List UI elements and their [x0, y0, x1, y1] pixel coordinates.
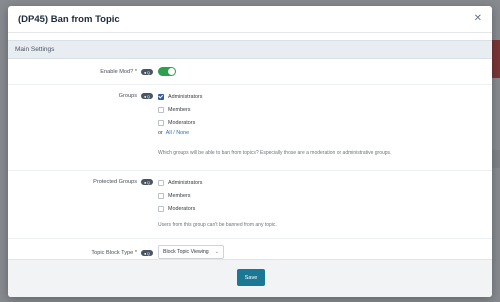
checkbox-members[interactable]	[158, 192, 164, 199]
protected-groups-control: Administrators Members Moderators Users …	[158, 176, 458, 228]
hint-badge[interactable]: ● Q	[141, 250, 153, 256]
checkbox-administrators[interactable]	[158, 93, 164, 100]
chevron-down-icon: ⌄	[214, 249, 219, 255]
groups-option-administrators[interactable]: Administrators	[158, 90, 478, 103]
hint-badge[interactable]: ● Q	[141, 93, 153, 99]
checkbox-moderators[interactable]	[158, 119, 164, 126]
enable-mod-toggle[interactable]	[158, 67, 176, 76]
checkbox-moderators[interactable]	[158, 205, 164, 212]
enable-mod-label-wrap: Enable Mod? * ● Q	[8, 67, 153, 77]
enable-mod-row: Enable Mod? * ● Q	[8, 59, 492, 85]
protected-option-administrators[interactable]: Administrators	[158, 176, 458, 189]
groups-control: Administrators Members Moderators or All…	[158, 90, 478, 156]
enable-mod-label: Enable Mod? *	[100, 69, 137, 75]
block-type-label: Topic Block Type *	[91, 250, 137, 256]
close-icon[interactable]: ✕	[474, 14, 482, 24]
protected-option-members[interactable]: Members	[158, 189, 458, 202]
protected-groups-row: Protected Groups ● Q Administrators Membe…	[8, 171, 492, 239]
ban-from-topic-dialog: (DP45) Ban from Topic ✕ Main Settings En…	[8, 6, 492, 297]
groups-label: Groups	[118, 93, 137, 99]
enable-mod-control	[158, 67, 176, 76]
protected-option-moderators[interactable]: Moderators	[158, 202, 458, 215]
checkbox-members[interactable]	[158, 106, 164, 113]
modal-header: (DP45) Ban from Topic ✕	[8, 6, 492, 33]
block-type-control: Block Topic Viewing ⌄	[158, 245, 224, 259]
checkbox-administrators[interactable]	[158, 179, 164, 186]
block-type-label-wrap: Topic Block Type * ● Q	[8, 248, 153, 258]
hint-badge[interactable]: ● Q	[141, 179, 153, 185]
groups-option-members[interactable]: Members	[158, 103, 478, 116]
groups-label-wrap: Groups ● Q	[8, 91, 153, 101]
all-none-link[interactable]: All / None	[166, 130, 189, 136]
section-title: Main Settings	[15, 46, 55, 53]
groups-explain: Which groups will be able to ban from to…	[158, 150, 392, 156]
section-header: Main Settings	[8, 40, 492, 59]
protected-groups-label: Protected Groups	[93, 179, 137, 185]
protected-groups-explain: Users from this group can't be banned fr…	[158, 222, 277, 228]
groups-option-moderators[interactable]: Moderators	[158, 116, 478, 129]
save-button[interactable]: Save	[237, 269, 265, 286]
groups-row: Groups ● Q Administrators Members Moderat…	[8, 85, 492, 171]
all-none-selector: or All / None	[158, 130, 190, 136]
protected-groups-label-wrap: Protected Groups ● Q	[8, 177, 153, 187]
hint-badge[interactable]: ● Q	[141, 69, 153, 75]
modal-title: (DP45) Ban from Topic	[18, 13, 120, 25]
block-type-value: Block Topic Viewing	[163, 249, 209, 255]
block-type-select[interactable]: Block Topic Viewing ⌄	[158, 245, 224, 259]
